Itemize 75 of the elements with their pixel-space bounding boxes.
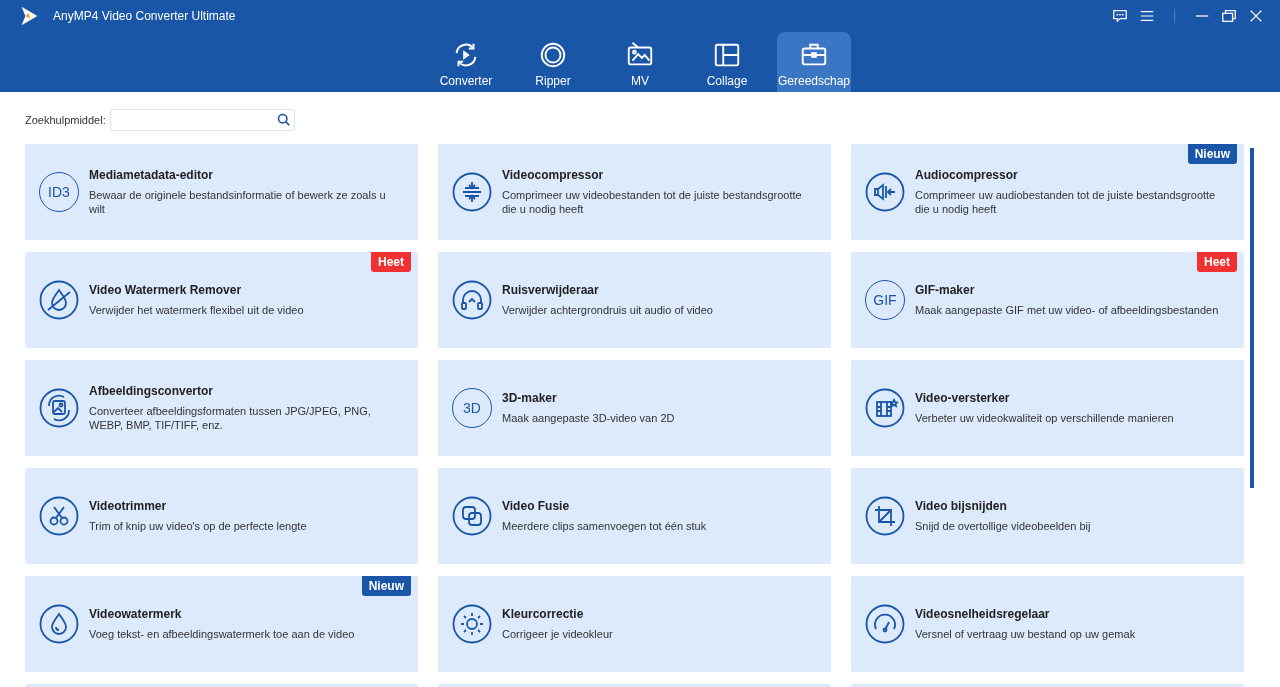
tool-card[interactable]: Nieuw Videowatermerk Voeg tekst- en afbeeldingswatermerk toe aan de video (25, 576, 418, 672)
tool-description: Comprimeer uw videobestanden tot de juiste bestandsgrootte die u nodig heeft (502, 188, 803, 216)
tag-label: Nieuw (1187, 144, 1237, 164)
tool-card[interactable]: Ruisverwijderaar Verwijder achtergrondruis uit audio of video (438, 252, 831, 348)
tool-description: Snijd de overtollige videobeelden bij (915, 519, 1091, 533)
tool-description: Verwijder achtergrondruis uit audio of video (502, 303, 713, 317)
search-label: Zoekhulpmiddel: (25, 114, 106, 126)
disc-icon (538, 40, 568, 70)
headphones-icon (452, 280, 492, 320)
tool-title: Kleurcorrectie (502, 607, 585, 621)
tool-card[interactable]: 3D 3D-maker Maak aangepaste 3D-video van 2D (438, 360, 831, 456)
search-icon[interactable] (276, 113, 291, 127)
tool-card[interactable]: Video Fusie Meerdere clips samenvoegen tot één stuk (438, 468, 831, 564)
drop-slash-icon (39, 280, 79, 320)
tool-description: Corrigeer je videokleur (502, 627, 613, 641)
scissors-icon (39, 496, 79, 536)
tool-title: Audiocompressor (915, 168, 1019, 182)
tool-card[interactable]: ID3 Mediametadata-editor Bewaar de originele bestandsinformatie of bewerk ze zoals u wilt (25, 144, 418, 240)
tool-card[interactable]: Video-versterker Verbeter uw videokwaliteit op verschillende manieren (851, 360, 1244, 456)
tool-title: 3D-maker (502, 391, 558, 405)
tool-description: Maak aangepaste GIF met uw video- of afbeeldingsbestanden (915, 303, 1219, 317)
tool-description: Versnel of vertraag uw bestand op uw gemak (915, 627, 1136, 641)
tool-card[interactable]: Nieuw Audiocompressor Comprimeer uw audiobestanden tot de juiste bestandsgrootte die u nodig heeft (851, 144, 1244, 240)
drop-icon (39, 604, 79, 644)
tool-title: GIF-maker (915, 283, 976, 297)
tool-title: Videotrimmer (89, 499, 168, 513)
tool-card[interactable]: Videocompressor Comprimeer uw videobestanden tot de juiste bestandsgrootte die u nodig heeft (438, 144, 831, 240)
nav-tab[interactable]: Gereedschap (777, 32, 851, 92)
speaker-icon (865, 172, 905, 212)
image-rotate-icon (39, 388, 79, 428)
nav-tab[interactable]: Collage (690, 32, 764, 92)
tool-description: Trim of knip uw video's op de perfecte lengte (89, 519, 307, 533)
tool-title: Ruisverwijderaar (502, 283, 600, 297)
tool-description: Bewaar de originele bestandsinformatie of bewerk ze zoals u wilt (89, 188, 387, 216)
tool-title: Video bijsnijden (915, 499, 1008, 513)
tool-title: Mediametadata-editor (89, 168, 215, 182)
gauge-icon (865, 604, 905, 644)
tool-description: Meerdere clips samenvoegen tot één stuk (502, 519, 707, 533)
tool-title: Afbeeldingsconvertor (89, 384, 215, 398)
nav-tab[interactable]: Ripper (516, 32, 590, 92)
nav-tab[interactable]: MV (603, 32, 677, 92)
compress-icon (452, 172, 492, 212)
tool-description: Maak aangepaste 3D-video van 2D (502, 411, 675, 425)
overlap-squares-icon (452, 496, 492, 536)
tool-card[interactable]: Heet GIF GIF-maker Maak aangepaste GIF met uw video- of afbeeldingsbestanden (851, 252, 1244, 348)
tool-title: Videocompressor (502, 168, 605, 182)
tool-description: Converteer afbeeldingsformaten tussen JPG/JPEG, PNG, WEBP, BMP, TIF/TIFF, enz. (89, 404, 372, 432)
tool-description: Comprimeer uw audiobestanden tot de juiste bestandsgrootte die u nodig heeft (915, 188, 1217, 216)
restore-icon[interactable] (1221, 8, 1237, 24)
tool-card[interactable]: Afbeeldingsconvertor Converteer afbeeldingsformaten tussen JPG/JPEG, PNG, WEBP, BMP, TIF/TIFF, enz. (25, 360, 418, 456)
tool-title: Video-versterker (915, 391, 1011, 405)
tool-card[interactable]: Kleurcorrectie Corrigeer je videokleur (438, 576, 831, 672)
crop-icon (865, 496, 905, 536)
window-title: AnyMP4 Video Converter Ultimate (53, 9, 236, 23)
tag-label: Heet (1197, 252, 1237, 272)
sun-icon (452, 604, 492, 644)
tool-title: Video Fusie (502, 499, 571, 513)
tool-title: Videowatermerk (89, 607, 183, 621)
tool-card[interactable]: Videotrimmer Trim of knip uw video's op de perfecte lengte (25, 468, 418, 564)
tool-description: Voeg tekst- en afbeeldingswatermerk toe aan de video (89, 627, 355, 641)
search-field[interactable] (109, 109, 295, 131)
close-icon[interactable] (1248, 8, 1264, 24)
scrollbar-thumb[interactable] (1250, 148, 1254, 488)
tool-title: Video Watermerk Remover (89, 283, 243, 297)
feedback-icon[interactable] (1112, 8, 1128, 24)
menu-icon[interactable] (1139, 8, 1155, 24)
tool-card[interactable]: Video bijsnijden Snijd de overtollige videobeelden bij (851, 468, 1244, 564)
nav-tab[interactable]: Converter (429, 32, 503, 92)
tag-label: Nieuw (361, 576, 411, 596)
tool-description: Verbeter uw videokwaliteit op verschillende manieren (915, 411, 1174, 425)
tool-title: Videosnelheidsregelaar (915, 607, 1051, 621)
tool-card[interactable]: Videosnelheidsregelaar Versnel of vertraag uw bestand op uw gemak (851, 576, 1244, 672)
tag-label: Heet (371, 252, 411, 272)
tool-description: Verwijder het watermerk flexibel uit de video (89, 303, 304, 317)
tool-card[interactable]: Heet Video Watermerk Remover Verwijder het watermerk flexibel uit de video (25, 252, 418, 348)
